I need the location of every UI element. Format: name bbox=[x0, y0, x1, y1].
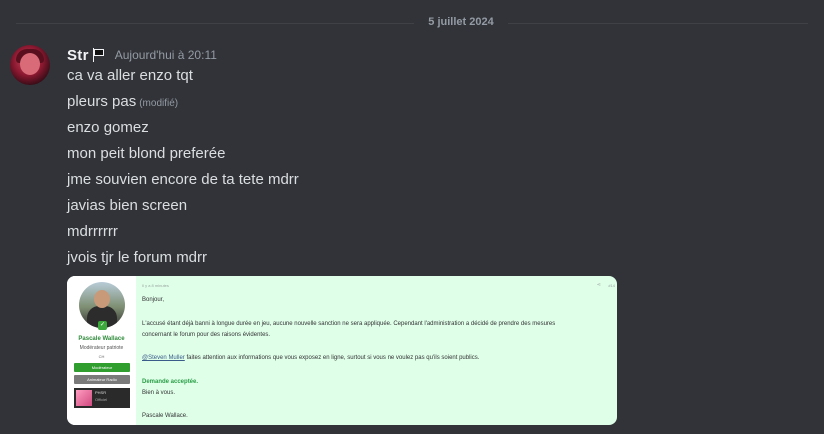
badge-icon: ✓ bbox=[98, 321, 107, 330]
post-paragraph: concernant le forum pour des raisons évi… bbox=[142, 332, 271, 338]
message-line: jvois tjr le forum mdrr bbox=[67, 249, 208, 266]
divider-line-right bbox=[508, 23, 808, 24]
message-header: Str Aujourd'hui à 20:11 bbox=[67, 45, 217, 65]
phsr-banner: PHSR Officiel bbox=[74, 388, 130, 408]
message-line: pleurs pas (modifié) bbox=[67, 93, 178, 110]
role-chip-moderator: Modérateur bbox=[74, 363, 130, 372]
forum-user-sub: CH bbox=[98, 354, 105, 359]
forum-user-role: Modérateur patriote bbox=[79, 345, 124, 351]
post-number: #14 bbox=[608, 283, 615, 288]
share-icon: ⋖ bbox=[596, 282, 601, 288]
edited-label: (modifié) bbox=[139, 98, 179, 109]
message-line: mdrrrrrr bbox=[67, 223, 118, 240]
message-line: mon peit blond preferée bbox=[67, 145, 226, 162]
avatar-face bbox=[20, 53, 40, 75]
post-closing: Bien à vous. bbox=[142, 390, 176, 396]
message-line: javias bien screen bbox=[67, 197, 188, 214]
message-line: jme souvien encore de ta tete mdrr bbox=[67, 171, 299, 188]
date-divider: 5 juillet 2024 bbox=[0, 16, 824, 28]
post-paragraph: @Steven Muller faites attention aux info… bbox=[142, 355, 479, 361]
phsr-image bbox=[76, 390, 92, 406]
role-chip-radio: Animateur Radio bbox=[74, 375, 130, 384]
forum-post-content: Il y a 8 minutes ⋖ #14 Bonjour, L'accusé… bbox=[142, 276, 617, 425]
post-greeting: Bonjour, bbox=[142, 297, 165, 303]
phsr-sub: Officiel bbox=[95, 397, 108, 402]
phsr-title: PHSR bbox=[95, 390, 107, 395]
username[interactable]: Str bbox=[67, 47, 89, 64]
message-line-text: pleurs pas bbox=[67, 93, 137, 110]
post-signature: Pascale Wallace. bbox=[142, 413, 188, 419]
divider-date: 5 juillet 2024 bbox=[428, 16, 494, 28]
divider-line-left bbox=[16, 23, 414, 24]
post-paragraph: L'accusé étant déjà banni à longue durée… bbox=[142, 321, 556, 327]
message-line: enzo gomez bbox=[67, 119, 149, 136]
post-time: Il y a 8 minutes bbox=[142, 283, 169, 288]
message-timestamp[interactable]: Aujourd'hui à 20:11 bbox=[115, 48, 217, 62]
forum-username: Pascale Wallace bbox=[78, 336, 125, 342]
mention-link: @Steven Muller bbox=[142, 355, 185, 361]
flag-icon bbox=[92, 48, 105, 62]
post-paragraph-text: faites attention aux informations que vo… bbox=[184, 355, 480, 361]
avatar[interactable] bbox=[10, 45, 50, 85]
post-status: Demande acceptée. bbox=[142, 379, 199, 385]
forum-user-panel: ✓ Pascale Wallace Modérateur patriote CH… bbox=[67, 276, 136, 425]
message-line: ca va aller enzo tqt bbox=[67, 67, 193, 84]
image-attachment[interactable]: ✓ Pascale Wallace Modérateur patriote CH… bbox=[67, 276, 617, 425]
